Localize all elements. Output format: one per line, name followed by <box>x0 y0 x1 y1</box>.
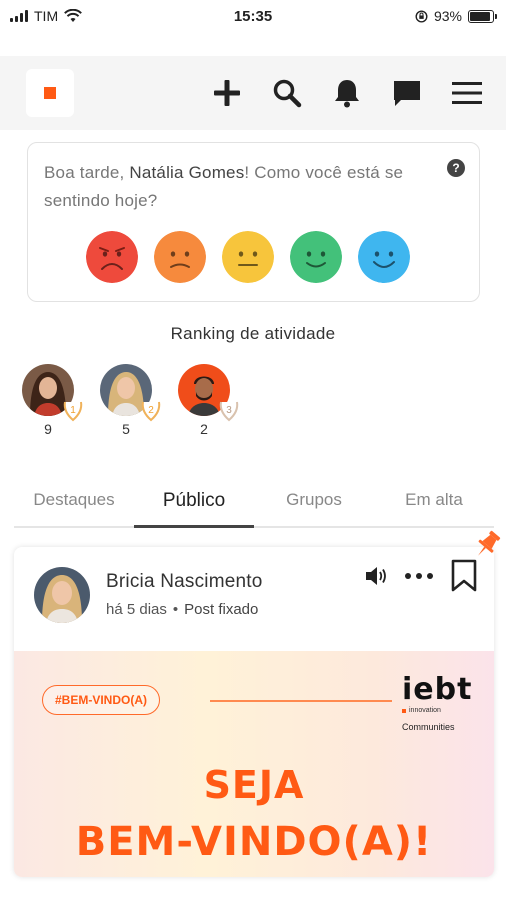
menu-button[interactable] <box>448 74 486 112</box>
user-name: Natália Gomes <box>129 163 245 182</box>
header-actions <box>208 74 486 112</box>
ranking-item[interactable]: 2 5 <box>98 364 161 437</box>
welcome-badge: #BEM-VINDO(A) <box>42 685 160 715</box>
orientation-lock-icon <box>415 9 428 23</box>
neutral-face-icon[interactable] <box>222 231 274 283</box>
search-button[interactable] <box>268 74 306 112</box>
headline-line-1: SEJA <box>203 763 305 807</box>
help-icon[interactable]: ? <box>447 159 465 177</box>
signal-icon <box>10 10 28 22</box>
svg-text:1: 1 <box>70 405 76 416</box>
wifi-icon <box>64 9 83 22</box>
bell-icon <box>335 80 359 108</box>
chat-icon <box>394 81 420 106</box>
tab-destaques[interactable]: Destaques <box>14 478 134 526</box>
battery-level <box>470 11 491 21</box>
meta-separator: • <box>172 601 179 618</box>
brand-sub: innovation <box>402 707 472 714</box>
very-sad-face-icon[interactable] <box>86 231 138 283</box>
speaker-icon[interactable] <box>364 565 388 587</box>
pinned-label: Post fixado <box>184 601 259 618</box>
status-left: TIM <box>10 8 83 24</box>
headline-line-2: BEM-VINDO(A)! <box>75 819 433 865</box>
notifications-button[interactable] <box>328 74 366 112</box>
medal-icon: 3 <box>219 401 239 422</box>
ranking-count: 2 <box>200 421 208 437</box>
messages-button[interactable] <box>388 74 426 112</box>
carrier-label: TIM <box>34 8 59 24</box>
add-button[interactable] <box>208 74 246 112</box>
svg-text:3: 3 <box>226 405 232 416</box>
post-time: há 5 dias <box>106 601 167 618</box>
mood-card: Boa tarde, Natália Gomes! Como você está… <box>27 142 480 302</box>
post-image[interactable]: #BEM-VINDO(A) iebt innovation Communitie… <box>14 651 494 877</box>
post-meta: há 5 dias • Post fixado <box>106 601 258 618</box>
tab-grupos[interactable]: Grupos <box>254 478 374 526</box>
menu-icon <box>452 82 482 104</box>
ranking-item[interactable]: 1 9 <box>20 364 83 437</box>
medal-icon: 2 <box>141 401 161 422</box>
post-author[interactable]: Bricia Nascimento <box>106 571 263 593</box>
tab-em-alta[interactable]: Em alta <box>374 478 494 526</box>
feed-tabs: Destaques Público Grupos Em alta <box>14 478 494 528</box>
add-icon <box>214 80 240 106</box>
ranking-count: 5 <box>122 421 130 437</box>
pin-icon <box>478 530 501 556</box>
iebt-logo: iebt innovation Communities <box>402 675 472 732</box>
svg-text:2: 2 <box>148 405 154 416</box>
sad-face-icon[interactable] <box>154 231 206 283</box>
very-happy-face-icon[interactable] <box>358 231 410 283</box>
decorative-line <box>210 700 392 702</box>
search-icon <box>273 79 302 108</box>
app-header <box>0 56 506 130</box>
greeting-prefix: Boa tarde, <box>44 163 130 182</box>
brand-sub-text: innovation <box>409 707 441 714</box>
ranking-title: Ranking de atividade <box>170 324 336 343</box>
battery-percent: 93% <box>433 8 462 24</box>
bookmark-icon[interactable] <box>450 559 478 593</box>
mood-faces <box>86 231 410 283</box>
mood-question: Boa tarde, Natália Gomes! Como você está… <box>44 159 424 215</box>
ranking-list: 1 9 2 5 3 2 <box>20 364 239 437</box>
more-options-icon[interactable] <box>404 572 434 580</box>
post-card: Bricia Nascimento há 5 dias • Post fixad… <box>14 547 494 877</box>
brand-communities: Communities <box>402 722 455 732</box>
ranking-count: 9 <box>44 421 52 437</box>
tab-publico[interactable]: Público <box>134 478 254 528</box>
status-bar: TIM 15:35 93% <box>0 0 506 32</box>
post-actions <box>364 559 478 593</box>
ranking-item[interactable]: 3 2 <box>176 364 239 437</box>
brand-name: iebt <box>402 672 473 707</box>
battery-icon <box>468 9 497 23</box>
medal-icon: 1 <box>63 401 83 422</box>
app-logo[interactable] <box>26 69 74 117</box>
status-right: 93% <box>415 8 497 24</box>
avatar[interactable] <box>34 567 90 623</box>
happy-face-icon[interactable] <box>290 231 342 283</box>
